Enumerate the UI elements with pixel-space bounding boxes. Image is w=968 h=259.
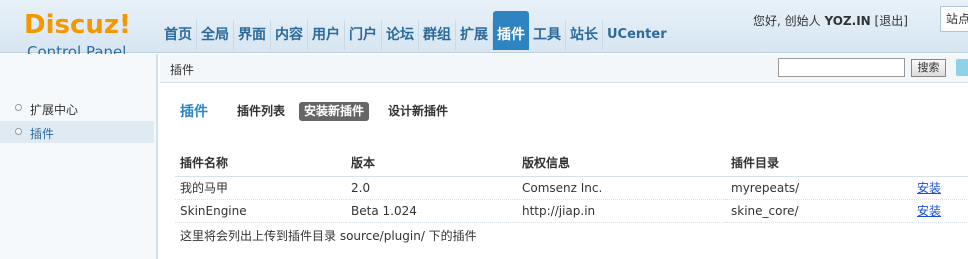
table-row: SkinEngine Beta 1.024 http://jiap.in ski… (175, 199, 968, 223)
nav-home[interactable]: 首页 (160, 20, 197, 50)
plugin-name: 我的马甲 (175, 176, 346, 200)
main-content: 插件 插件列表 安装新插件 设计新插件 插件名称 版本 版权信息 插件目录 我的… (160, 83, 968, 259)
nav-ucenter[interactable]: UCenter (603, 20, 671, 50)
bracket-close: ] (903, 14, 908, 28)
column-header: 版本 (346, 150, 517, 177)
search-input[interactable] (778, 58, 905, 77)
column-header (912, 150, 968, 177)
plugin-directory: myrepeats/ (726, 176, 912, 200)
column-header: 插件目录 (726, 150, 912, 177)
sub-bar: 插件 搜索 (0, 54, 968, 83)
sidebar-item-extension-center[interactable]: 扩展中心 (0, 97, 154, 119)
page-title: 插件 (180, 104, 208, 120)
plugin-directory-note: 这里将会列出上传到插件目录 source/plugin/ 下的插件 (180, 229, 477, 243)
search-button[interactable]: 搜索 (911, 59, 946, 77)
subbar-main: 插件 搜索 (160, 54, 968, 83)
nav-webmaster[interactable]: 站长 (566, 20, 603, 50)
site-link[interactable]: 站点 (940, 6, 968, 32)
top-navigation: 首页 全局 界面 内容 用户 门户 论坛 群组 扩展 插件 工具 站长 UCen… (160, 11, 671, 53)
sidebar-item-label: 扩展中心 (30, 103, 79, 117)
nav-forum[interactable]: 论坛 (382, 20, 419, 50)
nav-groups[interactable]: 群组 (419, 20, 456, 50)
nav-plugins[interactable]: 插件 (493, 11, 529, 50)
bullet-icon (15, 128, 22, 135)
breadcrumb: 插件 (170, 63, 195, 77)
table-header-row: 插件名称 版本 版权信息 插件目录 (175, 150, 968, 177)
plugin-version: Beta 1.024 (346, 199, 517, 223)
subbar-left-panel (0, 54, 158, 83)
nav-users[interactable]: 用户 (308, 20, 345, 50)
tab-plugin-list[interactable]: 插件列表 (232, 102, 290, 121)
menu-toggle-icon[interactable] (956, 59, 968, 76)
tab-install-plugin[interactable]: 安装新插件 (299, 102, 370, 121)
column-header: 版权信息 (517, 150, 726, 177)
logout-link[interactable]: 退出 (879, 14, 903, 28)
plugin-copyright: Comsenz Inc. (517, 176, 726, 200)
user-bar: 您好, 创始人 YOZ.IN [退出] (753, 12, 908, 29)
greeting: 您好, 创始人 (753, 14, 821, 28)
logo[interactable]: Discuz! Control Panel (24, 10, 154, 61)
plugin-name: SkinEngine (175, 199, 346, 223)
sidebar-item-label: 插件 (30, 127, 55, 141)
nav-content[interactable]: 内容 (271, 20, 308, 50)
sidebar: 扩展中心 插件 (0, 83, 158, 259)
nav-extensions[interactable]: 扩展 (456, 20, 493, 50)
install-link[interactable]: 安装 (917, 204, 941, 218)
nav-tools[interactable]: 工具 (529, 20, 566, 50)
logo-title: Discuz! (24, 10, 131, 40)
nav-interface[interactable]: 界面 (234, 20, 271, 50)
plugin-version: 2.0 (346, 176, 517, 200)
plugin-table: 插件名称 版本 版权信息 插件目录 我的马甲 2.0 Comsenz Inc. … (175, 150, 968, 223)
plugin-copyright: http://jiap.in (517, 199, 726, 223)
install-link[interactable]: 安装 (917, 181, 941, 195)
username: YOZ.IN (824, 14, 871, 28)
column-header: 插件名称 (175, 150, 346, 177)
plugin-directory: skine_core/ (726, 199, 912, 223)
header: Discuz! Control Panel 首页 全局 界面 内容 用户 门户 … (0, 0, 968, 61)
nav-portal[interactable]: 门户 (345, 20, 382, 50)
sidebar-item-plugins[interactable]: 插件 (0, 121, 154, 143)
nav-global[interactable]: 全局 (197, 20, 234, 50)
table-row: 我的马甲 2.0 Comsenz Inc. myrepeats/ 安装 (175, 176, 968, 200)
install-cell: 安装 (912, 199, 968, 223)
install-cell: 安装 (912, 176, 968, 200)
bullet-icon (15, 104, 22, 111)
tab-design-plugin[interactable]: 设计新插件 (383, 102, 453, 121)
